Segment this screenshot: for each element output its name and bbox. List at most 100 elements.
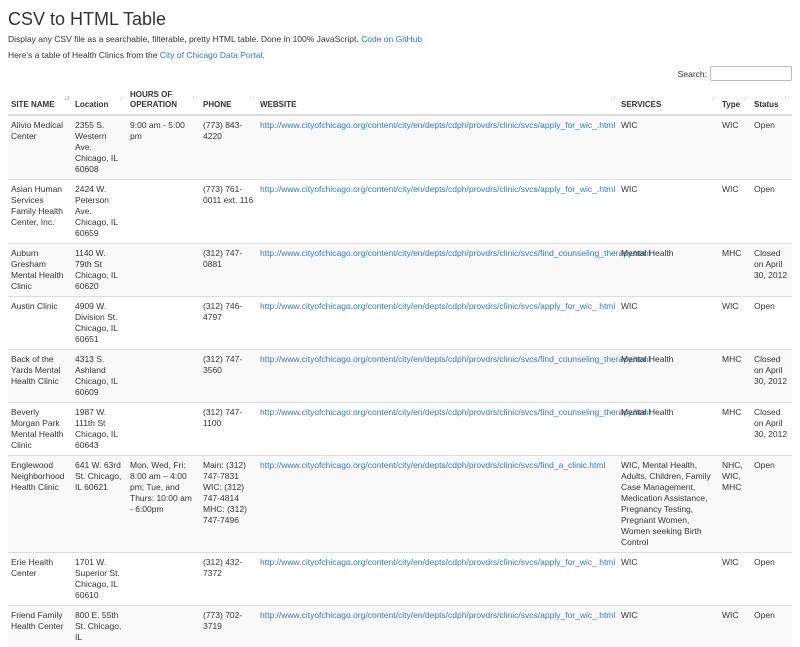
cell-location: 1140 W. 79th St Chicago, IL 60620 (72, 244, 127, 297)
cell-status: Open (751, 180, 792, 244)
table-row: Friend Family Health Center800 E. 55th S… (8, 606, 792, 647)
cell-website: http://www.cityofchicago.org/content/cit… (257, 115, 618, 180)
cell-status: Closed on April 30, 2012 (751, 350, 792, 403)
page-title: CSV to HTML Table (8, 9, 166, 29)
cell-location: 4909 W. Division St. Chicago, IL 60651 (72, 297, 127, 350)
cell-site-name: Friend Family Health Center (8, 606, 72, 647)
table-row: Erie Health Center1701 W. Superior St. C… (8, 553, 792, 606)
cell-services: Mental Health (618, 403, 719, 456)
cell-location: 800 E. 55th St. Chicago, IL (72, 606, 127, 647)
cell-services: Mental Health (618, 244, 719, 297)
cell-status: Open (751, 553, 792, 606)
column-header-hours[interactable]: HOURS OF OPERATION ↓↑ (127, 88, 200, 115)
cell-type: WIC (719, 115, 751, 180)
cell-hours (127, 180, 200, 244)
sort-icon: ↓↑ (249, 94, 254, 104)
column-label: WEBSITE (260, 100, 296, 109)
cell-site-name: Asian Human Services Family Health Cente… (8, 180, 72, 244)
column-label: SITE NAME (11, 100, 55, 109)
cell-type: NHC, WIC, MHC (719, 456, 751, 553)
column-label: HOURS OF OPERATION (130, 90, 177, 109)
cell-status: Open (751, 115, 792, 180)
website-link[interactable]: http://www.cityofchicago.org/content/cit… (260, 120, 615, 130)
cell-phone: (312) 432-7372 (200, 553, 257, 606)
cell-phone: (773) 843-4220 (200, 115, 257, 180)
cell-services: WIC, Mental Health, Adults, Children, Fa… (618, 456, 719, 553)
column-header-type[interactable]: Type↓↑ (719, 88, 751, 115)
table-row: Beverly Morgan Park Mental Health Clinic… (8, 403, 792, 456)
column-header-website[interactable]: WEBSITE↓↑ (257, 88, 618, 115)
cell-phone: (773) 761-0011 ext. 116 (200, 180, 257, 244)
cell-site-name: Back of the Yards Mental Health Clinic (8, 350, 72, 403)
cell-services: WIC (618, 297, 719, 350)
cell-type: MHC (719, 403, 751, 456)
cell-services: WIC (618, 606, 719, 647)
cell-site-name: Austin Clinic (8, 297, 72, 350)
cell-website: http://www.cityofchicago.org/content/cit… (257, 403, 618, 456)
cell-status: Open (751, 297, 792, 350)
cell-phone: (312) 747-0881 (200, 244, 257, 297)
cell-website: http://www.cityofchicago.org/content/cit… (257, 350, 618, 403)
website-link[interactable]: http://www.cityofchicago.org/content/cit… (260, 610, 615, 620)
search-box: Search: (678, 66, 792, 81)
cell-hours (127, 553, 200, 606)
sort-icon: ↓↑ (711, 94, 716, 104)
cell-site-name: Englewood Neighborhood Health Clinic (8, 456, 72, 553)
column-header-phone[interactable]: PHONE ↓↑ (200, 88, 257, 115)
cell-site-name: Auburn Gresham Mental Health Clinic (8, 244, 72, 297)
cell-status: Closed on April 30, 2012 (751, 403, 792, 456)
cell-website: http://www.cityofchicago.org/content/cit… (257, 553, 618, 606)
column-header-status[interactable]: Status↓↑ (751, 88, 792, 115)
sort-icon: ↓↑ (743, 94, 748, 104)
cell-website: http://www.cityofchicago.org/content/cit… (257, 606, 618, 647)
page-description: Display any CSV file as a searchable, fi… (8, 34, 422, 45)
table-row: Englewood Neighborhood Health Clinic641 … (8, 456, 792, 553)
website-link[interactable]: http://www.cityofchicago.org/content/cit… (260, 407, 650, 417)
cell-hours: 9:00 am - 5:00 pm (127, 115, 200, 180)
cell-location: 1987 W. 111th St Chicago, IL 60643 (72, 403, 127, 456)
website-link[interactable]: http://www.cityofchicago.org/content/cit… (260, 460, 605, 470)
column-header-location[interactable]: Location↓↑ (72, 88, 127, 115)
column-label: Type (722, 100, 740, 109)
cell-location: 2424 W. Peterson Ave. Chicago, IL 60659 (72, 180, 127, 244)
website-link[interactable]: http://www.cityofchicago.org/content/cit… (260, 557, 615, 567)
cell-location: 2355 S. Western Ave. Chicago, IL 60608 (72, 115, 127, 180)
website-link[interactable]: http://www.cityofchicago.org/content/cit… (260, 301, 615, 311)
sort-icon: ↓↑ (192, 94, 197, 104)
website-link[interactable]: http://www.cityofchicago.org/content/cit… (260, 248, 650, 258)
table-header-row: SITE NAME↓↕ Location↓↑ HOURS OF OPERATIO… (8, 88, 792, 115)
cell-type: WIC (719, 180, 751, 244)
cell-services: WIC (618, 115, 719, 180)
sort-icon: ↓↑ (119, 94, 124, 104)
column-header-services[interactable]: SERVICES ↓↑ (618, 88, 719, 115)
github-link[interactable]: Code on GitHub (361, 34, 422, 44)
cell-website: http://www.cityofchicago.org/content/cit… (257, 244, 618, 297)
intro-prefix: Here's a table of Health Clinics from th… (8, 50, 158, 60)
cell-services: WIC (618, 180, 719, 244)
cell-phone: (312) 746-4797 (200, 297, 257, 350)
cell-type: MHC (719, 244, 751, 297)
cell-type: WIC (719, 297, 751, 350)
cell-status: Open (751, 606, 792, 647)
cell-services: Mental Health (618, 350, 719, 403)
cell-hours (127, 403, 200, 456)
column-header-site-name[interactable]: SITE NAME↓↕ (8, 88, 72, 115)
table-row: Asian Human Services Family Health Cente… (8, 180, 792, 244)
column-label: PHONE (203, 100, 231, 109)
data-portal-link[interactable]: City of Chicago Data Portal (160, 50, 263, 60)
website-link[interactable]: http://www.cityofchicago.org/content/cit… (260, 184, 615, 194)
search-input[interactable] (710, 66, 792, 81)
column-label: SERVICES (621, 100, 661, 109)
cell-phone: (773) 702-3719 (200, 606, 257, 647)
cell-hours: Mon, Wed, Fri: 8:00 am – 4:00 pm; Tue, a… (127, 456, 200, 553)
cell-site-name: Alivio Medical Center (8, 115, 72, 180)
cell-phone: Main: (312) 747-7831 WIC: (312) 747-4814… (200, 456, 257, 553)
website-link[interactable]: http://www.cityofchicago.org/content/cit… (260, 354, 650, 364)
table-row: Austin Clinic4909 W. Division St. Chicag… (8, 297, 792, 350)
cell-location: 641 W. 63rd St. Chicago, IL 60621 (72, 456, 127, 553)
search-label: Search: (678, 69, 707, 79)
cell-status: Open (751, 456, 792, 553)
cell-hours (127, 606, 200, 647)
cell-hours (127, 297, 200, 350)
column-label: Status (754, 100, 778, 109)
